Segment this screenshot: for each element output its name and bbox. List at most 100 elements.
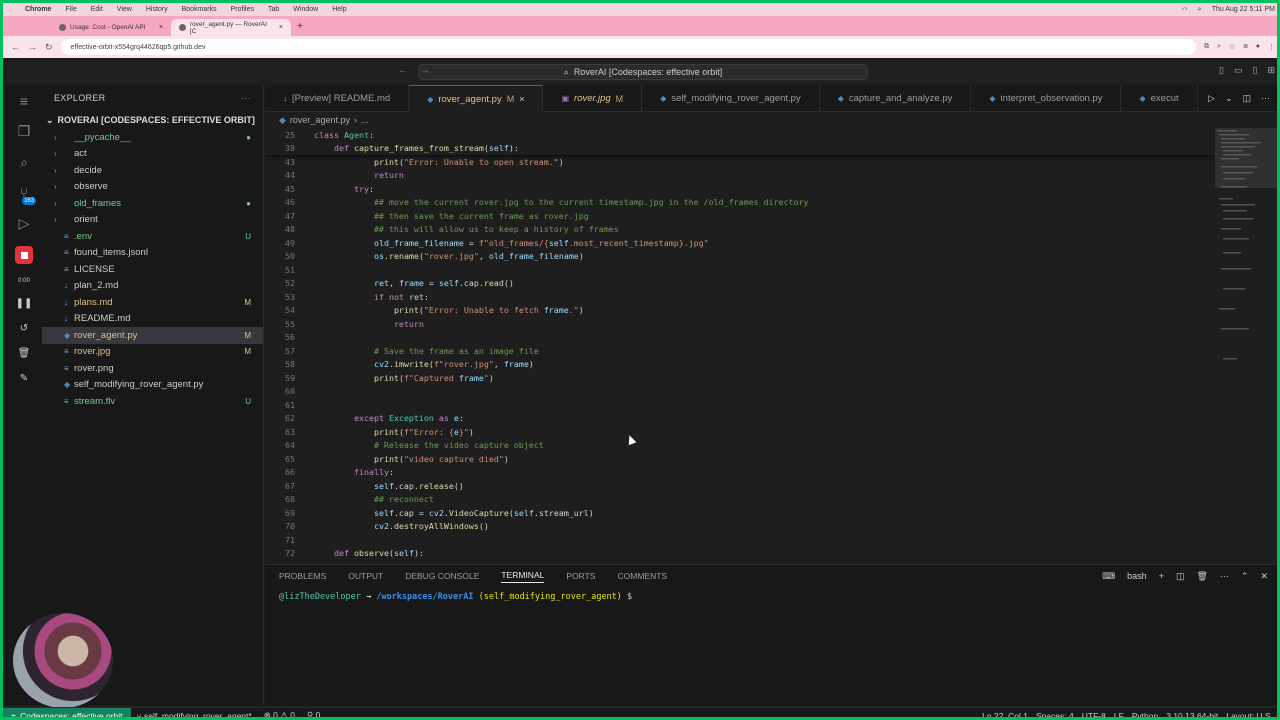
editor-tab[interactable]: ◆ capture_and_analyze.py xyxy=(820,85,972,112)
close-panel-icon[interactable]: ✕ xyxy=(1260,571,1268,582)
code-line[interactable]: 48 ## this will allow us to keep a histo… xyxy=(265,223,1215,237)
menu-help[interactable]: Help xyxy=(332,6,346,13)
source-control-icon[interactable]: ⑂ 163 xyxy=(20,185,37,205)
clock[interactable]: Thu Aug 22 5:11 PM xyxy=(1212,6,1275,13)
stop-recording-button[interactable] xyxy=(15,246,33,264)
editor-tab[interactable]: ↓ [Preview] README.md xyxy=(265,85,410,112)
code-line[interactable]: 68 ## reconnect xyxy=(265,493,1215,507)
profile-icon[interactable]: ● xyxy=(1256,43,1260,51)
code-line[interactable]: 63 print(f"Error: {e}") xyxy=(265,425,1215,439)
code-line[interactable]: 65 print("video capture died") xyxy=(265,452,1215,466)
menu-edit[interactable]: Edit xyxy=(91,6,103,13)
maximize-panel-icon[interactable]: ⌃ xyxy=(1241,571,1249,582)
panel-tab-problems[interactable]: PROBLEMS xyxy=(279,571,326,581)
code-line[interactable]: 47 ## then save the current frame as rov… xyxy=(265,209,1215,223)
file-tree-item[interactable]: › old_frames ● xyxy=(42,195,263,212)
browser-tab-active[interactable]: rover_agent.py — RoverAI [C × xyxy=(171,19,291,36)
code-line[interactable]: 64 # Release the video capture object xyxy=(265,439,1215,453)
trash-icon[interactable]: 🗑 xyxy=(18,348,31,359)
search-icon[interactable]: ⌕ xyxy=(1198,6,1202,14)
url-field[interactable]: effective-orbit-x554grq44626qp5.github.d… xyxy=(60,39,1197,55)
close-icon[interactable]: × xyxy=(519,94,524,104)
code-line[interactable]: 52 ret, frame = self.cap.read() xyxy=(265,277,1215,291)
code-line[interactable]: 71 xyxy=(265,533,1215,547)
code-line[interactable]: 43 print("Error: Unable to open stream."… xyxy=(265,155,1215,169)
toggle-sidebar-icon[interactable]: ▯ xyxy=(1219,65,1224,76)
code-line[interactable]: 56 xyxy=(265,331,1215,345)
code-line[interactable]: 62 except Exception as e: xyxy=(265,412,1215,426)
git-branch[interactable]: ⑂ self_modifying_rover_agent* xyxy=(131,711,258,718)
code-line[interactable]: 53 if not ret: xyxy=(265,290,1215,304)
menu-window[interactable]: Window xyxy=(293,6,318,13)
split-editor-icon[interactable]: ◫ xyxy=(1242,93,1251,104)
code-line[interactable]: 49 old_frame_filename = f"old_frames/{se… xyxy=(265,236,1215,250)
restart-icon[interactable]: ↺ xyxy=(20,323,28,334)
code-line[interactable]: 25 class Agent: xyxy=(265,128,1215,142)
nav-arrows[interactable]: ←→ xyxy=(398,65,442,76)
install-icon[interactable]: ⧉ xyxy=(1204,43,1209,51)
code-line[interactable]: 70 cv2.destroyAllWindows() xyxy=(265,520,1215,534)
toggle-panel-icon[interactable]: ▭ xyxy=(1234,65,1243,76)
pen-icon[interactable]: ✎ xyxy=(20,373,28,384)
minimap[interactable] xyxy=(1215,128,1277,562)
code-line[interactable]: 51 xyxy=(265,263,1215,277)
chevron-down-icon[interactable]: ⌄ xyxy=(1225,93,1233,104)
command-center[interactable]: ⌕ RoverAI [Codespaces: effective orbit] xyxy=(418,64,868,80)
panel-tab-comments[interactable]: COMMENTS xyxy=(617,571,667,581)
close-icon[interactable]: × xyxy=(279,24,283,31)
code-line[interactable]: 55 return xyxy=(265,317,1215,331)
code-line[interactable]: 66 finally: xyxy=(265,466,1215,480)
ports-count[interactable]: ⚲ 0 xyxy=(301,710,326,717)
wifi-icon[interactable]: ◠ xyxy=(1182,6,1188,14)
terminal-icon[interactable]: ⌨ xyxy=(1102,571,1115,582)
keyboard-layout[interactable]: Layout: U.S. xyxy=(1226,711,1273,718)
file-tree-item[interactable]: ≡ LICENSE xyxy=(42,261,263,278)
back-icon[interactable]: ← xyxy=(11,42,20,52)
search-icon[interactable]: ⌕ xyxy=(20,154,28,171)
code-line[interactable]: 59 print(f"Captured frame") xyxy=(265,371,1215,385)
file-tree-item[interactable]: ◆ self_modifying_rover_agent.py xyxy=(42,377,263,394)
run-debug-icon[interactable]: ▷ xyxy=(19,215,30,232)
remote-indicator[interactable]: ⌁ Codespaces: effective orbit xyxy=(3,707,131,717)
terminal-shell[interactable]: bash xyxy=(1127,571,1147,582)
split-terminal-icon[interactable]: ◫ xyxy=(1176,571,1185,582)
close-icon[interactable]: × xyxy=(159,24,163,31)
panel-tab-output[interactable]: OUTPUT xyxy=(348,571,383,581)
file-tree-item[interactable]: › observe xyxy=(42,179,263,196)
code-line[interactable]: 69 self.cap = cv2.VideoCapture(self.stre… xyxy=(265,506,1215,520)
browser-tab[interactable]: Usage: Cost - OpenAI API × xyxy=(51,19,171,36)
menu-app[interactable]: Chrome xyxy=(25,6,51,13)
panel-tab-ports[interactable]: PORTS xyxy=(566,571,595,581)
code-line[interactable]: 38 def capture_frames_from_stream(self): xyxy=(265,141,1215,155)
file-tree-item[interactable]: ↓ plans.md M xyxy=(42,294,263,311)
editor-tab[interactable]: ◆ rover_agent.py M × xyxy=(409,85,544,112)
menu-tab[interactable]: Tab xyxy=(268,6,279,13)
trash-icon[interactable]: 🗑 xyxy=(1196,571,1207,582)
code-line[interactable]: 67 self.cap.release() xyxy=(265,479,1215,493)
more-icon[interactable]: ··· xyxy=(1261,93,1270,103)
indentation[interactable]: Spaces: 4 xyxy=(1036,711,1074,718)
new-terminal-icon[interactable]: + xyxy=(1159,571,1164,582)
menu-history[interactable]: History xyxy=(146,6,168,13)
explorer-icon[interactable]: ❐ xyxy=(18,123,31,140)
file-tree-item[interactable]: › orient xyxy=(42,212,263,229)
customize-layout-icon[interactable]: ⊞ xyxy=(1267,65,1275,76)
code-line[interactable]: 50 os.rename("rover.jpg", old_frame_file… xyxy=(265,250,1215,264)
end-of-line[interactable]: LF xyxy=(1114,711,1124,718)
pause-icon[interactable]: ❚❚ xyxy=(16,298,33,309)
breadcrumb-file[interactable]: rover_agent.py xyxy=(290,115,350,125)
code-line[interactable]: 58 cv2.imwrite(f"rover.jpg", frame) xyxy=(265,358,1215,372)
toggle-secondary-sidebar-icon[interactable]: ▯ xyxy=(1253,65,1258,76)
file-tree-item[interactable]: ≡ stream.flv U xyxy=(42,393,263,410)
python-interpreter[interactable]: 3.10.13 64-bit xyxy=(1166,711,1218,718)
editor-tab[interactable]: ◆ execut xyxy=(1121,85,1198,112)
editor-tab[interactable]: ◆ self_modifying_rover_agent.py xyxy=(642,85,820,112)
file-tree-item[interactable]: ↓ README.md xyxy=(42,311,263,328)
menu-view[interactable]: View xyxy=(117,6,132,13)
problems-count[interactable]: ⊗ 0 ⚠ 0 xyxy=(258,710,301,717)
code-line[interactable]: 61 xyxy=(265,398,1215,412)
extensions-icon[interactable]: ⧈ xyxy=(1243,43,1247,51)
zoom-icon[interactable]: ⌕ xyxy=(1217,43,1221,51)
forward-icon[interactable]: → xyxy=(28,42,37,52)
code-line[interactable]: 44 return xyxy=(265,169,1215,183)
